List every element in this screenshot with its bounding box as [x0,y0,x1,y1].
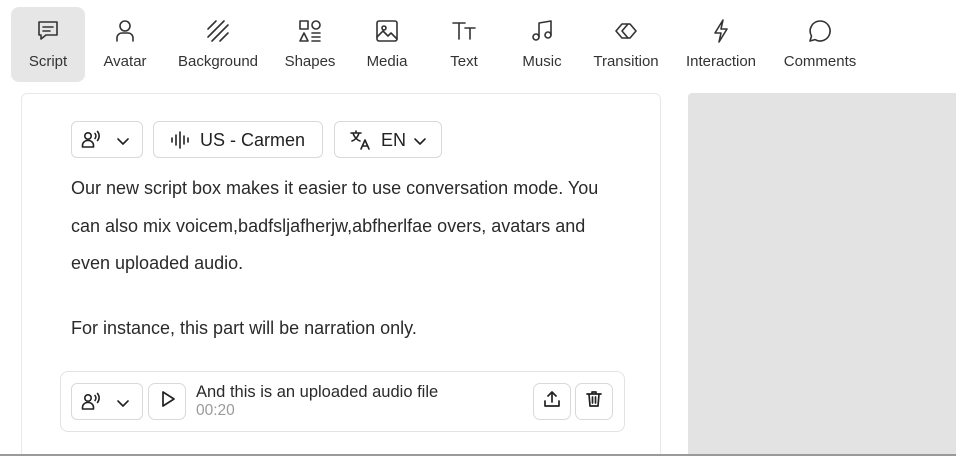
script-editor: US - Carmen EN Our new script box makes … [21,93,661,456]
tab-comments-label: Comments [783,53,857,70]
voice-selector[interactable]: US - Carmen [153,121,323,158]
tab-music[interactable]: Music [516,7,568,82]
toolbar: Script Avatar Background Shapes Media Te… [0,0,956,90]
play-button[interactable] [148,383,186,420]
tab-background-label: Background [177,53,259,70]
tab-avatar-label: Avatar [103,53,147,70]
voice-label: US - Carmen [200,130,306,150]
chevron-down-icon [412,133,428,154]
tab-interaction[interactable]: Interaction [680,7,762,82]
script-textbox[interactable]: Our new script box makes it easier to us… [71,170,611,347]
waveform-icon [170,130,190,155]
tab-background[interactable]: Background [172,7,264,82]
tab-shapes-label: Shapes [284,53,336,70]
speaker-voice-icon [81,129,103,156]
play-icon [157,389,177,414]
translate-icon [349,129,371,156]
background-icon [204,17,232,50]
script-icon [34,17,62,50]
avatar-icon [111,17,139,50]
speaker-mode-dropdown[interactable] [71,121,143,158]
tab-text-label: Text [450,53,478,70]
tab-avatar[interactable]: Avatar [93,7,157,82]
tab-interaction-label: Interaction [685,53,757,70]
tab-transition-label: Transition [593,53,659,70]
script-paragraph: Our new script box makes it easier to us… [71,178,599,273]
tab-script-label: Script [28,53,68,70]
audio-speaker-dropdown[interactable] [71,383,143,420]
tab-media[interactable]: Media [358,7,416,82]
text-icon [450,17,478,50]
music-icon [528,17,556,50]
upload-button[interactable] [533,383,571,420]
comments-icon [806,17,834,50]
tab-music-label: Music [522,53,562,70]
video-preview-canvas[interactable] [688,93,956,456]
language-selector[interactable]: EN [334,121,442,158]
tab-shapes[interactable]: Shapes [279,7,341,82]
tab-script[interactable]: Script [11,7,85,82]
media-icon [373,17,401,50]
audio-duration: 00:20 [196,402,235,419]
uploaded-audio-block: And this is an uploaded audio file 00:20 [60,371,625,432]
language-label: EN [381,130,407,150]
script-paragraph: For instance, this part will be narratio… [71,317,417,338]
upload-icon [542,389,562,414]
trash-icon [584,389,604,414]
delete-button[interactable] [575,383,613,420]
tab-media-label: Media [366,53,408,70]
shapes-icon [296,17,324,50]
tab-transition[interactable]: Transition [588,7,664,82]
speaker-voice-icon [81,391,103,418]
tab-comments[interactable]: Comments [778,7,862,82]
transition-icon [612,17,640,50]
chevron-down-icon [115,133,131,154]
lightning-icon [707,17,735,50]
chevron-down-icon [115,395,131,416]
tab-text[interactable]: Text [440,7,488,82]
audio-title: And this is an uploaded audio file [196,383,439,401]
